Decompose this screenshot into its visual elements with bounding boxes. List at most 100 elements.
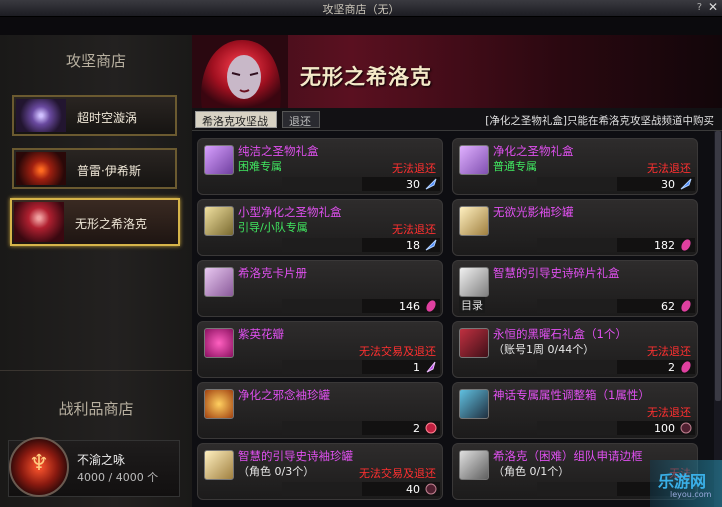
tab-sirocco-raid[interactable]: 希洛克攻坚战 <box>195 111 277 128</box>
shop-item-evil-thought-jar[interactable]: 净化之邪念袖珍罐 2 <box>197 382 443 439</box>
item-name: 智慧的引导史诗袖珍罐 <box>238 449 353 463</box>
obsidian-box-icon <box>459 328 489 358</box>
close-icon[interactable]: ✕ <box>708 0 718 14</box>
item-price: 30 <box>406 178 420 191</box>
petal-icon <box>204 328 234 358</box>
item-warning: 无法退还 <box>647 406 691 419</box>
purple-feather-icon <box>424 360 438 374</box>
shop-item-small-relic-box[interactable]: 小型净化之圣物礼盒 引导/小队专属 无法退还 18 <box>197 199 443 256</box>
divider <box>0 370 192 371</box>
item-price: 18 <box>406 239 420 252</box>
scrollbar[interactable] <box>714 131 722 507</box>
pink-petal-icon <box>679 299 693 313</box>
token-count: 4000 / 4000 个 <box>77 471 159 484</box>
token-name: 不渝之咏 <box>77 453 126 467</box>
sirocco-portrait <box>192 35 288 108</box>
sirocco-portrait-icon <box>14 202 64 242</box>
shop-item-wisdom-fragment-box[interactable]: 智慧的引导史诗碎片礼盒 目录 62 <box>452 260 698 317</box>
relic-box-icon <box>204 206 234 236</box>
shop-button-prey-isis[interactable]: 普雷·伊希斯 <box>12 148 177 189</box>
shop-button-time-vortex[interactable]: 超时空漩涡 <box>12 95 177 136</box>
item-sub: （账号1周 0/44个） <box>493 343 595 356</box>
jar-icon <box>204 450 234 480</box>
jar-icon <box>459 206 489 236</box>
blue-feather-icon <box>424 238 438 252</box>
item-name: 希洛克卡片册 <box>238 266 307 280</box>
item-name: 神话专属属性调整箱（1属性） <box>493 388 650 402</box>
pink-petal-icon <box>679 360 693 374</box>
help-icon[interactable]: ? <box>697 2 702 13</box>
item-warning: 无法交易及退还 <box>359 345 436 358</box>
relic-box-icon <box>204 145 234 175</box>
shop-item-purple-petal[interactable]: 紫英花瓣 无法交易及退还 1 <box>197 321 443 378</box>
item-sub: 引导/小队专属 <box>238 221 308 234</box>
shop-item-pure-relic-box[interactable]: 纯洁之圣物礼盒 困难专属 无法退还 30 <box>197 138 443 195</box>
item-name: 紫英花瓣 <box>238 327 284 341</box>
item-name: 希洛克（困难）组队申请边框 <box>493 449 643 463</box>
shop-item-card-album[interactable]: 希洛克卡片册 146 <box>197 260 443 317</box>
shop-label: 普雷·伊希斯 <box>77 164 141 178</box>
item-warning: 无法退还 <box>647 162 691 175</box>
item-name: 智慧的引导史诗碎片礼盒 <box>493 266 620 280</box>
item-price: 2 <box>668 361 675 374</box>
item-price: 100 <box>654 422 675 435</box>
jar-icon <box>204 389 234 419</box>
attribute-box-icon <box>459 389 489 419</box>
watermark-text: 乐游网 <box>658 472 707 491</box>
pink-petal-icon <box>424 299 438 313</box>
item-sub: （角色 0/3个） <box>238 465 315 478</box>
site-watermark: 乐游网 leyou.com <box>650 460 722 507</box>
left-panel: 攻坚商店 超时空漩涡 普雷·伊希斯 无形之希洛克 战利品商店 ♆ 不渝之咏 40… <box>0 35 193 507</box>
window-title: 攻坚商店（无） <box>322 3 400 16</box>
shop-label: 无形之希洛克 <box>75 217 148 231</box>
shop-item-purify-relic-box[interactable]: 净化之圣物礼盒 普通专属 无法退还 30 <box>452 138 698 195</box>
shop-banner: 无形之希洛克 <box>192 35 722 108</box>
item-warning: 无法退还 <box>392 223 436 236</box>
relic-box-icon <box>459 145 489 175</box>
item-name: 净化之邪念袖珍罐 <box>238 388 330 402</box>
card-album-icon <box>204 267 234 297</box>
item-name: 纯洁之圣物礼盒 <box>238 144 319 158</box>
item-price: 30 <box>661 178 675 191</box>
window-titlebar: 攻坚商店（无） ? ✕ <box>0 0 722 17</box>
item-name: 小型净化之圣物礼盒 <box>238 205 342 219</box>
item-warning: 无法退还 <box>392 162 436 175</box>
item-name: 无欲光影袖珍罐 <box>493 205 574 219</box>
blue-feather-icon <box>679 177 693 191</box>
dark-orb-icon <box>679 421 693 435</box>
fragment-box-icon <box>459 267 489 297</box>
shop-item-wisdom-epic-jar[interactable]: 智慧的引导史诗袖珍罐 （角色 0/3个） 无法交易及退还 40 <box>197 443 443 500</box>
purchase-notice: [净化之圣物礼盒]只能在希洛克攻坚战频道中购买 <box>485 115 714 127</box>
item-price: 2 <box>413 422 420 435</box>
item-price: 62 <box>661 300 675 313</box>
raid-shop-heading: 攻坚商店 <box>65 52 126 70</box>
tab-refund[interactable]: 退还 <box>282 111 320 128</box>
shop-label: 超时空漩涡 <box>77 111 138 125</box>
item-name: 净化之圣物礼盒 <box>493 144 574 158</box>
time-vortex-icon <box>16 99 66 132</box>
banner-title: 无形之希洛克 <box>300 65 432 89</box>
dark-orb-icon <box>424 482 438 496</box>
pink-petal-icon <box>679 238 693 252</box>
tab-bar: 希洛克攻坚战 退还 [净化之圣物礼盒]只能在希洛克攻坚战频道中购买 <box>192 108 722 131</box>
item-sub: （角色 0/1个） <box>493 465 570 478</box>
item-warning: 无法交易及退还 <box>359 467 436 480</box>
item-price: 40 <box>406 483 420 496</box>
item-sub: 普通专属 <box>493 160 537 173</box>
item-price: 182 <box>654 239 675 252</box>
shop-item-obsidian-box[interactable]: 永恒的黑曜石礼盒（1个） （账号1周 0/44个） 无法退还 2 <box>452 321 698 378</box>
item-warning: 无法退还 <box>647 345 691 358</box>
scrollbar-thumb[interactable] <box>715 131 721 401</box>
frame-icon <box>459 450 489 480</box>
item-name: 永恒的黑曜石礼盒（1个） <box>493 327 627 341</box>
catalog-button[interactable]: 目录 <box>459 297 485 313</box>
shop-button-sirocco[interactable]: 无形之希洛克 <box>10 198 180 246</box>
item-price: 1 <box>413 361 420 374</box>
shop-item-myth-attribute-box[interactable]: 神话专属属性调整箱（1属性） 无法退还 100 <box>452 382 698 439</box>
shop-item-desireless-jar[interactable]: 无欲光影袖珍罐 182 <box>452 199 698 256</box>
item-price: 146 <box>399 300 420 313</box>
prey-isis-icon <box>16 152 66 185</box>
watermark-sub: leyou.com <box>670 490 712 499</box>
loot-shop-heading: 战利品商店 <box>58 400 134 418</box>
blue-feather-icon <box>424 177 438 191</box>
